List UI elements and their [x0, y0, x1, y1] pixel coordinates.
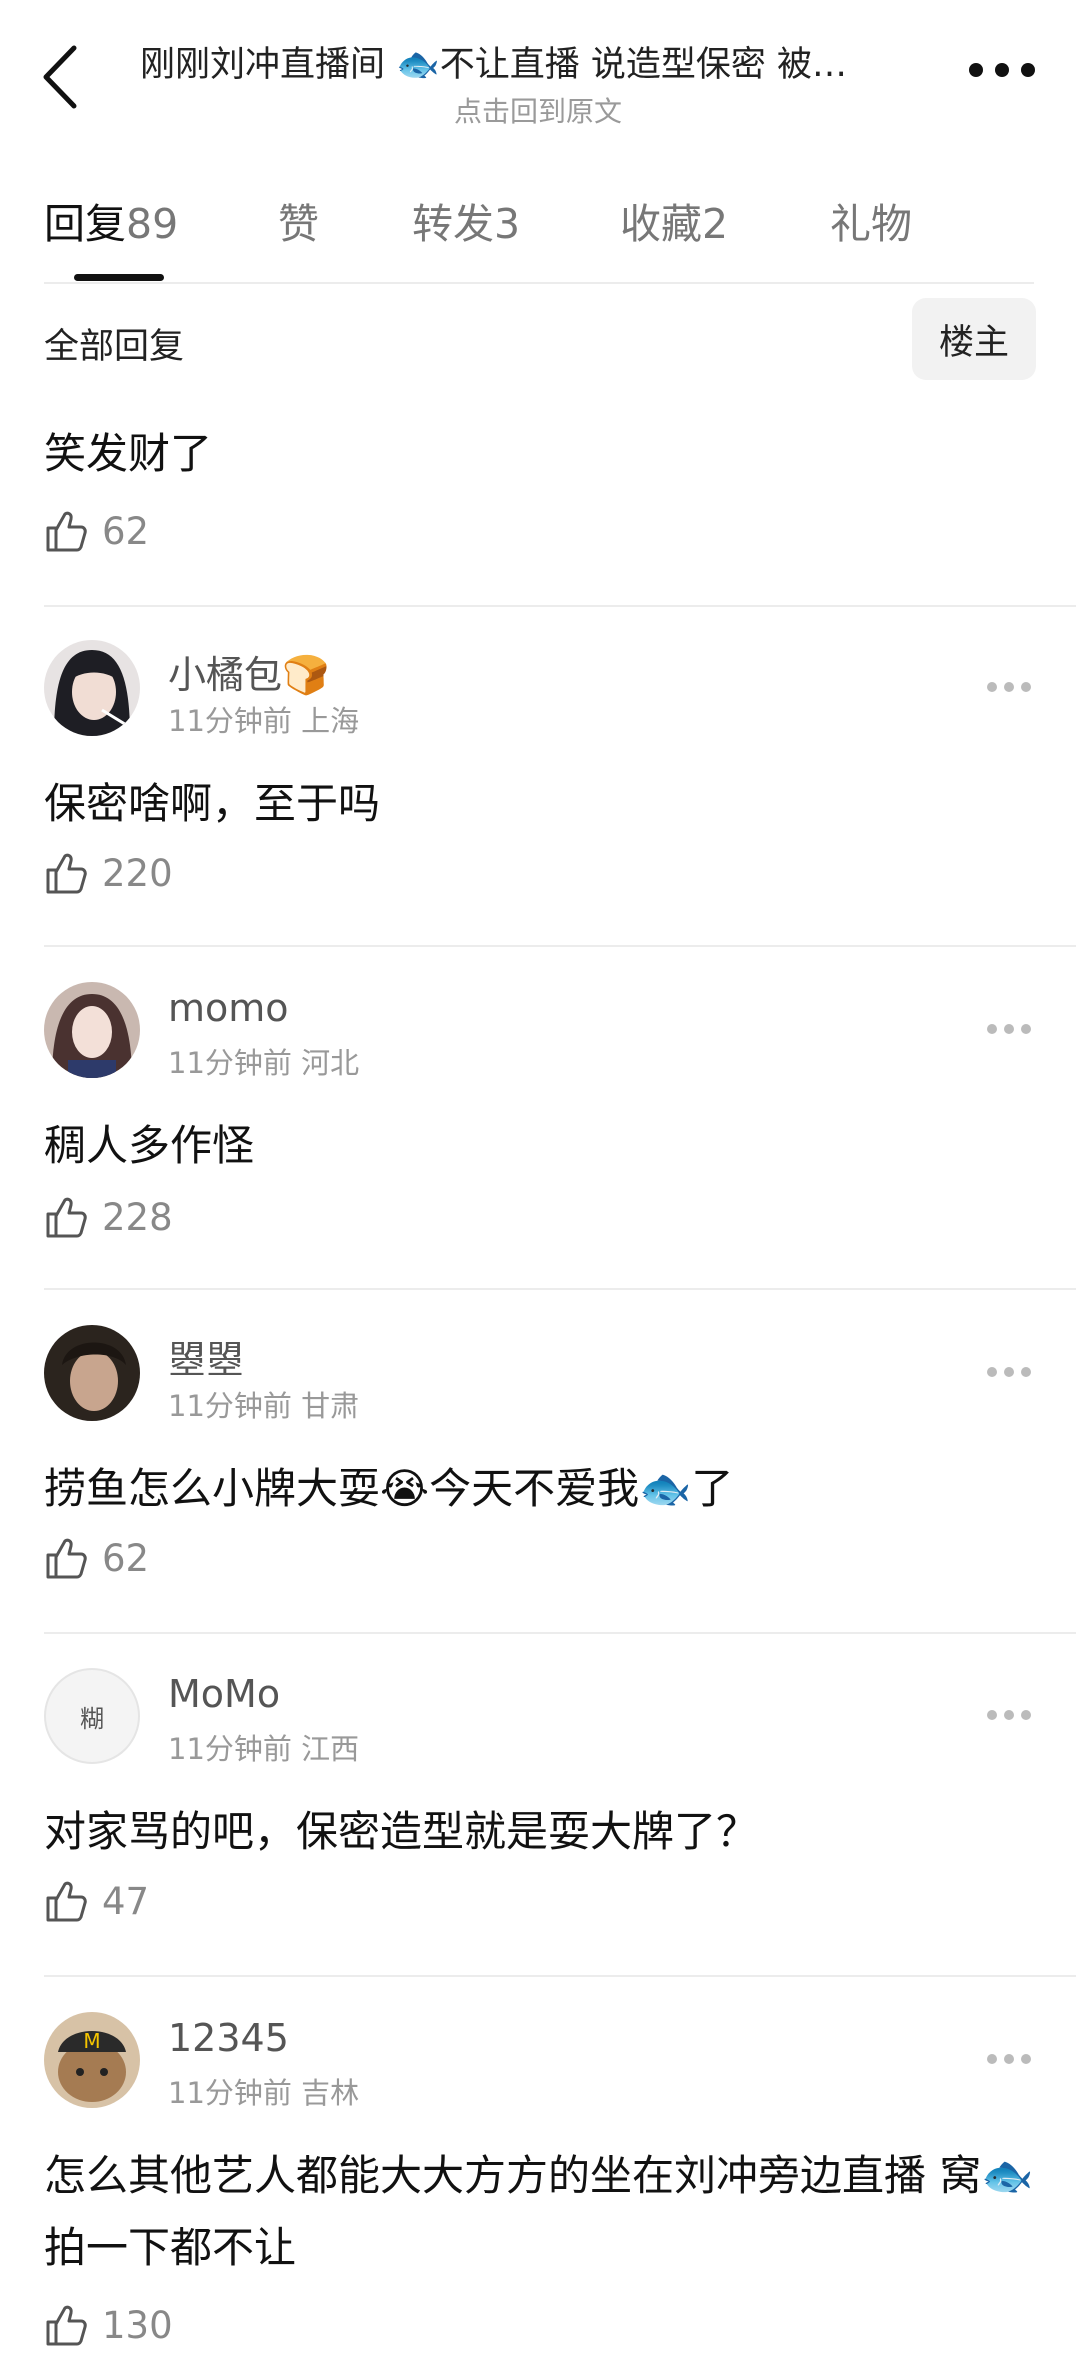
- divider: [44, 605, 1076, 607]
- comment-time: 11分钟前: [168, 1389, 292, 1423]
- comment-meta: 11分钟前 甘肃: [168, 1383, 359, 1425]
- like-button[interactable]: 62: [44, 1535, 149, 1581]
- thumbs-up-icon: [46, 511, 87, 552]
- comment-time: 11分钟前: [168, 1732, 292, 1766]
- like-count: 130: [102, 2303, 173, 2347]
- thumbs-up-icon: [46, 2305, 87, 2346]
- comment-meta: 11分钟前 河北: [168, 1040, 359, 1082]
- active-tab-indicator: [74, 274, 164, 281]
- tab-label: 收藏: [620, 200, 702, 248]
- divider: [44, 1975, 1076, 1977]
- tab-reposts[interactable]: 转发3: [412, 190, 520, 250]
- like-button[interactable]: 130: [44, 2302, 173, 2348]
- post-title[interactable]: 刚刚刘冲直播间 🐟不让直播 说造型保密 被…: [140, 36, 920, 87]
- like-button[interactable]: 47: [44, 1878, 149, 1924]
- tabs-divider: [44, 282, 1034, 284]
- like-count: 47: [102, 1879, 150, 1923]
- more-options-icon[interactable]: [968, 60, 1036, 80]
- tab-favorites[interactable]: 收藏2: [620, 190, 728, 250]
- comment-text: 保密啥啊，至于吗: [44, 779, 381, 828]
- comment-text: 怎么其他艺人都能大大方方的坐在刘冲旁边直播 窝🐟拍一下都不让: [44, 2151, 1034, 2272]
- comment-item: 糊 MoMo 11分钟前 江西 对家骂的吧，保密造型就是耍大牌了？ 47: [0, 1668, 1076, 1968]
- comment-text: 稠人多作怪: [44, 1121, 255, 1170]
- tab-count: 89: [126, 200, 179, 248]
- thumbs-up-icon: [46, 1538, 87, 1579]
- like-count: 62: [102, 509, 150, 553]
- thumbs-up-icon: [46, 1197, 87, 1238]
- like-count: 228: [102, 1195, 173, 1239]
- comment-more-icon[interactable]: [986, 1708, 1032, 1722]
- comment-text: 捞鱼怎么小牌大耍😭今天不爱我🐟了: [44, 1464, 734, 1513]
- svg-text:M: M: [83, 2029, 100, 2053]
- like-count: 220: [102, 851, 173, 895]
- comment-more-icon[interactable]: [986, 680, 1032, 694]
- tab-likes[interactable]: 赞: [278, 190, 319, 250]
- divider: [44, 1288, 1076, 1290]
- comment-more-icon[interactable]: [986, 1365, 1032, 1379]
- comment-meta: 11分钟前 上海: [168, 698, 359, 740]
- username[interactable]: momo: [168, 986, 289, 1030]
- username[interactable]: MoMo: [168, 1672, 280, 1716]
- tab-label: 礼物: [830, 200, 912, 248]
- comment-region: 上海: [301, 704, 360, 738]
- avatar[interactable]: [44, 640, 140, 736]
- comment-text: 笑发财了: [44, 429, 213, 478]
- divider: [44, 1632, 1076, 1634]
- comment-more-icon[interactable]: [986, 1022, 1032, 1036]
- username[interactable]: 曌曌: [168, 1329, 244, 1384]
- like-button[interactable]: 62: [44, 508, 149, 554]
- avatar[interactable]: M: [44, 2012, 140, 2108]
- comment-region: 甘肃: [301, 1389, 360, 1423]
- thumbs-up-icon: [46, 1881, 87, 1922]
- username[interactable]: 小橘包🍞: [168, 644, 329, 699]
- tab-count: 3: [494, 200, 521, 248]
- avatar[interactable]: [44, 982, 140, 1078]
- op-only-button[interactable]: 楼主: [912, 298, 1036, 380]
- tab-label: 转发: [412, 200, 494, 248]
- comment-region: 江西: [301, 1732, 360, 1766]
- comment-item: 曌曌 11分钟前 甘肃 捞鱼怎么小牌大耍😭今天不爱我🐟了 62: [0, 1325, 1076, 1625]
- tab-label: 赞: [278, 200, 319, 248]
- divider: [44, 945, 1076, 947]
- avatar-text: 糊: [80, 1704, 104, 1733]
- comment-time: 11分钟前: [168, 704, 292, 738]
- all-replies-label[interactable]: 全部回复: [44, 318, 184, 369]
- comment-meta: 11分钟前 吉林: [168, 2070, 359, 2112]
- comment-item: 小橘包🍞 11分钟前 上海 保密啥啊，至于吗 220: [0, 640, 1076, 940]
- like-count: 62: [102, 1536, 150, 1580]
- tab-gifts[interactable]: 礼物: [830, 190, 912, 250]
- like-button[interactable]: 228: [44, 1194, 173, 1240]
- comment-item: M 12345 11分钟前 吉林 怎么其他艺人都能大大方方的坐在刘冲旁边直播 窝…: [0, 2012, 1076, 2380]
- tab-label: 回复: [44, 200, 126, 248]
- comment-item: momo 11分钟前 河北 稠人多作怪 228: [0, 982, 1076, 1282]
- avatar[interactable]: 糊: [44, 1668, 140, 1764]
- thumbs-up-icon: [46, 853, 87, 894]
- comment-region: 吉林: [301, 2076, 360, 2110]
- comment-time: 11分钟前: [168, 1046, 292, 1080]
- comment-meta: 11分钟前 江西: [168, 1726, 359, 1768]
- avatar[interactable]: [44, 1325, 140, 1421]
- top-bar: 刚刚刘冲直播间 🐟不让直播 说造型保密 被… 点击回到原文: [0, 0, 1076, 130]
- back-to-original-link[interactable]: 点击回到原文: [0, 90, 1076, 130]
- comment-text: 对家骂的吧，保密造型就是耍大牌了？: [44, 1807, 759, 1856]
- comment-region: 河北: [301, 1046, 360, 1080]
- tab-replies[interactable]: 回复89: [44, 190, 178, 250]
- comment-time: 11分钟前: [168, 2076, 292, 2110]
- username[interactable]: 12345: [168, 2016, 289, 2060]
- comment-more-icon[interactable]: [986, 2052, 1032, 2066]
- tab-bar: 回复89 赞 转发3 收藏2 礼物: [0, 180, 1076, 281]
- tab-count: 2: [702, 200, 729, 248]
- like-button[interactable]: 220: [44, 850, 173, 896]
